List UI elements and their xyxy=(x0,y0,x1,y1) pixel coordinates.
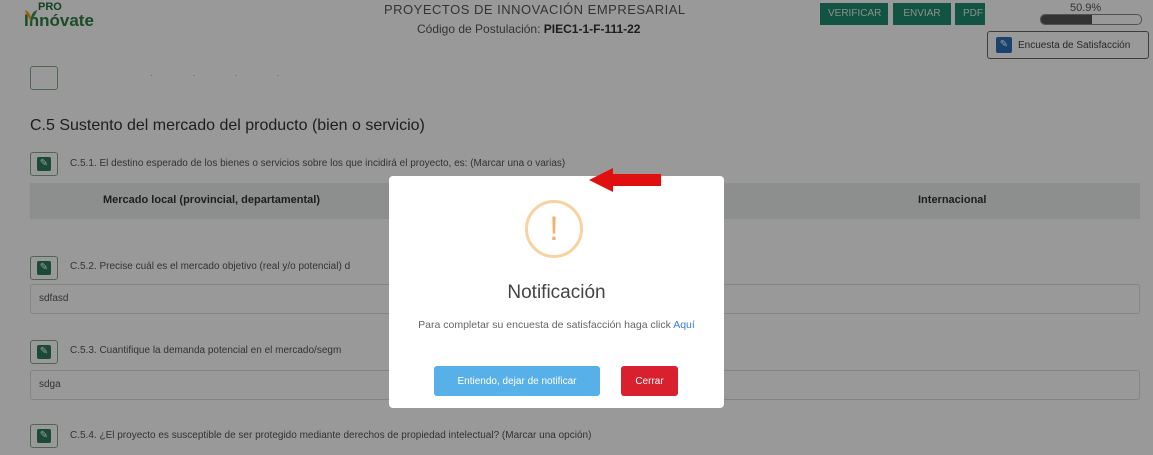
modal-message-text: Para completar su encuesta de satisfacci… xyxy=(418,319,671,331)
notification-modal: ! Notificación Para completar su encuest… xyxy=(389,176,724,408)
modal-title: Notificación xyxy=(507,282,606,303)
survey-link[interactable]: Aquí xyxy=(673,319,695,331)
dismiss-notifications-button[interactable]: Entiendo, dejar de notificar xyxy=(434,366,600,396)
red-arrow-icon xyxy=(589,168,661,192)
page: PRO Innóvate PROYECTOS DE INNOVACIÓN EMP… xyxy=(0,0,1153,455)
close-button[interactable]: Cerrar xyxy=(621,366,678,396)
warning-icon: ! xyxy=(525,200,583,258)
modal-message: Para completar su encuesta de satisfacci… xyxy=(409,319,704,332)
